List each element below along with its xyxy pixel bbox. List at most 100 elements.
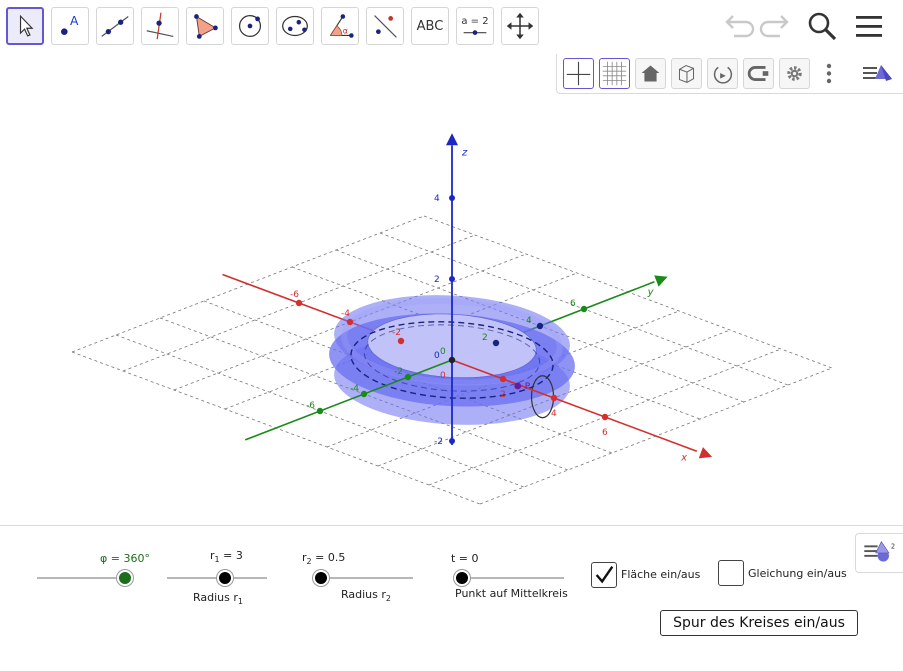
clipping-icon: [747, 66, 769, 81]
perpendicular-line-icon: [146, 12, 174, 40]
point-tool-button[interactable]: A: [51, 7, 89, 45]
search-button[interactable]: [804, 8, 840, 44]
z-axis-tick-point: [449, 195, 455, 201]
trace-circle-toggle-button[interactable]: Spur des Kreises ein/aus: [660, 610, 858, 636]
move-tool-button[interactable]: [6, 7, 44, 45]
equation-checkbox[interactable]: [718, 560, 744, 586]
clipping-button[interactable]: [743, 58, 774, 89]
rotate-view-button[interactable]: [707, 58, 738, 89]
y-axis-arrow: [654, 275, 668, 287]
r2-slider-label: r2 = 0.5: [302, 551, 346, 567]
svg-text:2: 2: [891, 542, 895, 550]
perpendicular-line-tool-button[interactable]: [141, 7, 179, 45]
angle-tool-button[interactable]: α: [321, 7, 359, 45]
view-direction-button[interactable]: [671, 58, 702, 89]
phi-slider[interactable]: [37, 570, 133, 586]
cube-icon: [678, 64, 695, 83]
geogebra-app: A α ABC a = 2 -6 -6 -4 -4 -2 -2 2 2 4 4 …: [0, 0, 903, 671]
z-axis-tick-point: [449, 438, 455, 444]
x-axis-tick-label: -2: [392, 328, 401, 338]
x-axis-tick-point: [295, 299, 303, 307]
x-axis-tick-label: -4: [341, 309, 350, 319]
y-axis-tick-point: [580, 305, 588, 313]
main-menu-button[interactable]: [851, 8, 887, 44]
show-axes-button[interactable]: [563, 58, 594, 89]
reflect-tool-button[interactable]: [366, 7, 404, 45]
move-view-tool-button[interactable]: [501, 7, 539, 45]
r2-slider-caption: Radius r2: [341, 588, 391, 604]
controls-panel: φ = 360° r1 = 3 Radius r1 r2 = 0.5 Radiu…: [0, 525, 903, 671]
standard-view-button[interactable]: [635, 58, 666, 89]
search-icon: [808, 12, 837, 41]
graphics-style-bar: [556, 54, 903, 94]
undo-icon: [725, 15, 755, 38]
y-axis-label: y: [647, 287, 655, 298]
phi-slider-label: φ = 360°: [100, 552, 150, 565]
surface-checkbox[interactable]: [591, 562, 617, 588]
x-axis-tick-point: [550, 394, 558, 402]
vertical-dots-icon: [826, 63, 832, 84]
r1-slider-caption: Radius r1: [193, 591, 243, 607]
point-p-label: P: [525, 382, 531, 392]
z-axis-label: z: [461, 147, 468, 158]
z-axis-tick-label: -2: [434, 437, 443, 447]
graphics-3d-view[interactable]: -6 -6 -4 -4 -2 -2 2 2 4 4 6 6 -2 2 4 x y z 0 0 0 P: [0, 95, 903, 523]
z-axis-tick-label: 2: [434, 275, 440, 285]
circle-tool-button[interactable]: [231, 7, 269, 45]
line-icon: [101, 16, 129, 37]
y-axis-tick-label: -6: [306, 401, 315, 411]
x-axis-tick-label: 4: [551, 409, 557, 419]
grid-icon: [602, 61, 627, 86]
r1-slider-label: r1 = 3: [210, 549, 243, 565]
3d-scene[interactable]: -6-6-4-4-2-2224466-224xyz000P: [0, 95, 903, 523]
algebra-view-icon: 2: [864, 541, 895, 562]
y-axis-tick-point: [492, 339, 500, 347]
view-menu-button[interactable]: [859, 58, 897, 89]
x-axis-tick-label: -6: [290, 290, 299, 300]
t-slider-label: t = 0: [451, 552, 479, 565]
text-tool-button[interactable]: ABC: [411, 7, 449, 45]
point-icon: A: [61, 14, 79, 35]
x-axis-tick-label: 2: [500, 390, 506, 400]
t-slider-knob[interactable]: [454, 570, 470, 586]
y-axis-tick-point: [360, 390, 368, 398]
x-axis-tick-point: [499, 375, 507, 383]
y-axis-tick-point: [536, 322, 544, 330]
polygon-icon: [194, 14, 218, 39]
polygon-tool-button[interactable]: [186, 7, 224, 45]
x-axis-label: x: [680, 452, 687, 463]
y-axis-tick-label: -2: [394, 367, 403, 377]
settings-button[interactable]: [779, 58, 810, 89]
home-icon: [641, 65, 660, 82]
origin-label: 0: [440, 371, 446, 381]
t-slider[interactable]: [454, 570, 564, 586]
r1-slider-knob[interactable]: [217, 570, 234, 586]
origin-point: [448, 356, 456, 364]
circle-icon: [238, 14, 262, 38]
r2-slider-knob[interactable]: [313, 570, 329, 586]
equation-checkbox-label: Gleichung ein/aus: [748, 567, 847, 580]
line-tool-button[interactable]: [96, 7, 134, 45]
slider-tool-button[interactable]: a = 2: [456, 7, 494, 45]
show-grid-button[interactable]: [599, 58, 630, 89]
algebra-view-toggle[interactable]: 2: [855, 533, 903, 573]
ellipse-tool-button[interactable]: [276, 7, 314, 45]
more-options-button[interactable]: [819, 58, 839, 89]
checkmark-icon: [595, 566, 614, 584]
r1-slider[interactable]: [167, 570, 267, 586]
rotate-icon: [713, 66, 733, 84]
toolbar: A α ABC a = 2: [0, 0, 903, 52]
axes-icon: [566, 61, 591, 86]
x-axis-tick-point: [601, 413, 609, 421]
phi-slider-knob[interactable]: [117, 570, 133, 586]
undo-button[interactable]: [720, 8, 756, 44]
x-axis-tick-point: [346, 318, 354, 326]
move-arrows-icon: [506, 12, 534, 40]
text-tool-label: ABC: [416, 18, 444, 34]
origin-label: 0: [434, 351, 440, 361]
redo-button[interactable]: [758, 8, 794, 44]
point-tool-label: A: [70, 14, 79, 28]
r2-slider[interactable]: [313, 570, 413, 586]
y-axis-tick-point: [404, 373, 412, 381]
angle-icon: α: [329, 14, 354, 38]
